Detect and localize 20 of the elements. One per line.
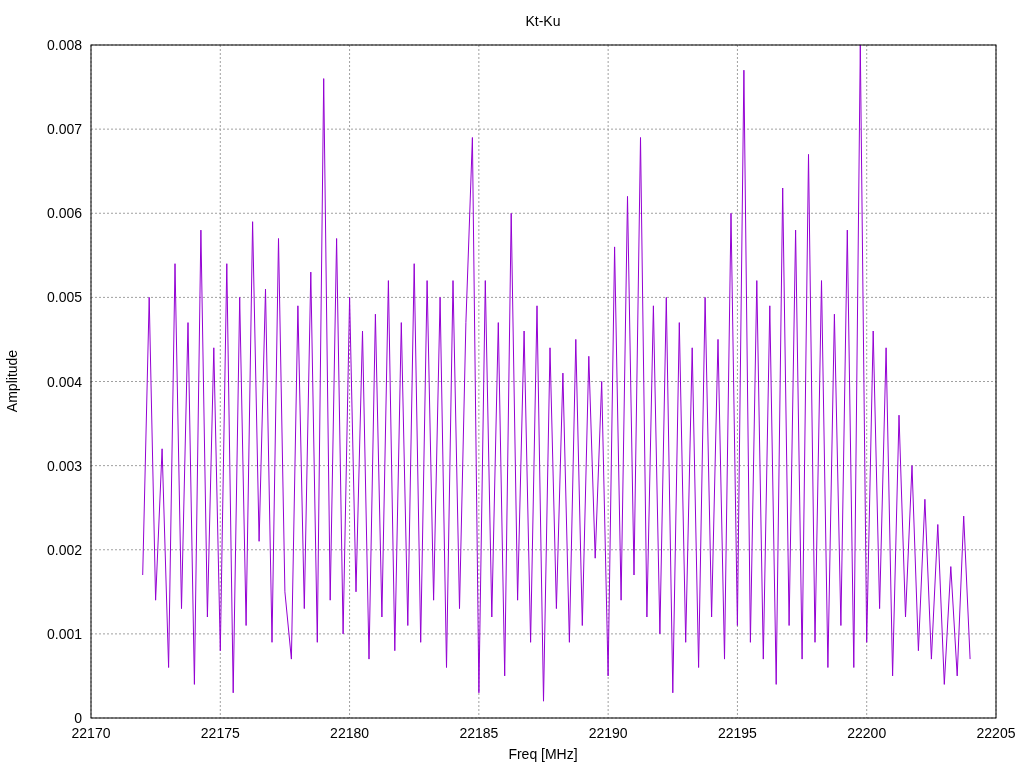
y-tick-label: 0.006 xyxy=(46,205,82,222)
y-tick-label: 0.008 xyxy=(46,37,82,53)
y-tick-label: 0.007 xyxy=(46,121,82,138)
y-tick-label: 0.005 xyxy=(46,289,82,306)
x-tick-label: 22190 xyxy=(588,725,628,741)
x-axis-label: Freq [MHz] xyxy=(508,746,578,762)
y-tick-label: 0.003 xyxy=(46,457,82,474)
y-axis-label: Amplitude xyxy=(4,349,20,413)
y-tick-label: 0.002 xyxy=(46,541,82,558)
x-tick-label: 22200 xyxy=(847,725,887,741)
y-tick-label: 0.001 xyxy=(46,625,82,642)
x-tick-label: 22170 xyxy=(71,725,111,741)
x-tick-label: 22195 xyxy=(717,725,757,741)
x-tick-label: 22185 xyxy=(459,725,499,741)
y-tick-label: 0.004 xyxy=(46,373,82,390)
x-tick-label: 22180 xyxy=(330,725,370,741)
x-tick-label: 22175 xyxy=(200,725,240,741)
chart-title: Kt-Ku xyxy=(525,13,561,29)
y-tick-label: 0 xyxy=(74,710,82,726)
x-tick-label: 22205 xyxy=(976,725,1016,741)
